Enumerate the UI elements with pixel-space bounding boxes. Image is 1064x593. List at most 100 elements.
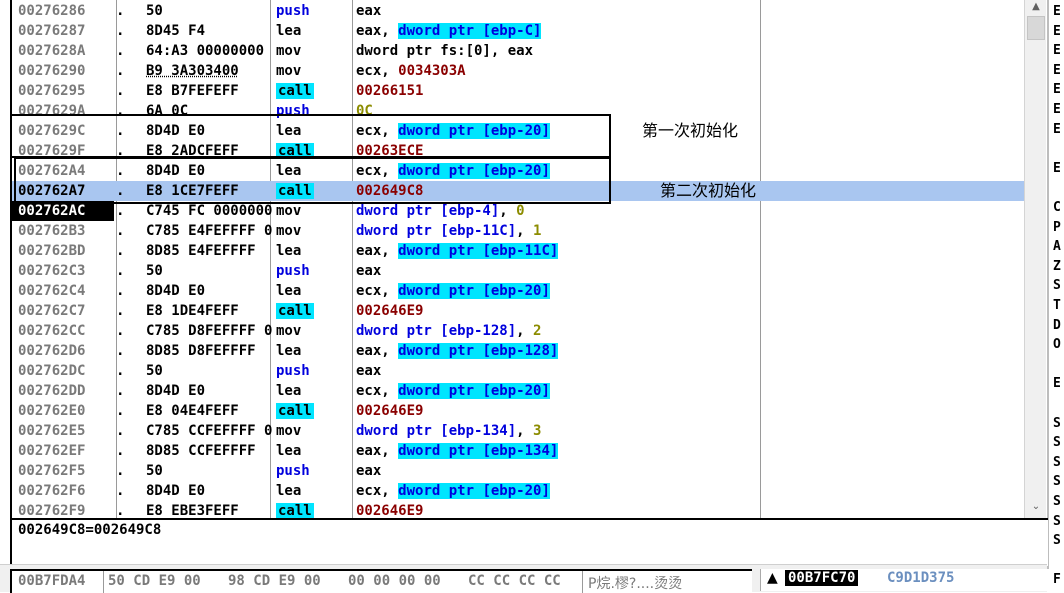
operand-token: dword ptr [ebp-20] [398,283,550,299]
dump-address: 00B7FDA4 [18,573,86,589]
operand-token: ecx, [356,383,399,399]
register-label-fragment: S [1053,454,1061,470]
disasm-row[interactable]: 00276286. 50 push eax [12,1,1024,21]
row-hex: C785 D8FEFFFF 02 [146,323,272,339]
row-address: 002762D6 [18,343,86,359]
disasm-row[interactable]: 002762CC. C785 D8FEFFFF 02 mov dword ptr [e… [12,321,1024,341]
row-operands: eax, dword ptr [ebp-11C] [356,241,1016,261]
vertical-scrollbar[interactable]: ▲ ⌄ [1024,0,1046,518]
dump-ascii: P烷.樛?....烫烫 [588,576,683,592]
mnemonic-text: push [276,3,310,19]
disasm-row[interactable]: 002762B3. C785 E4FEFFFF 01 mov dword ptr [e… [12,221,1024,241]
disasm-row[interactable]: 002762E0. E8 04E4FEFF call 002646E9 [12,401,1024,421]
row-operands: ecx, dword ptr [ebp-20] [356,481,1016,501]
disasm-row[interactable]: 002762C4. 8D4D E0 lea ecx, dword ptr [ebp-2… [12,281,1024,301]
mnemonic-text: lea [276,383,302,399]
register-label-fragment: S [1053,415,1061,431]
operand-token: dword ptr [ebp-128] [356,323,517,339]
row-operands: dword ptr [ebp-128], 2 [356,321,1016,341]
row-mnemonic: mov [276,421,352,441]
dump-bytes: 00 00 00 00 [348,573,441,589]
row-operands: dword ptr [ebp-4], 0 [356,201,1016,221]
stack-up-arrow-icon[interactable]: ▲ [767,570,778,586]
mnemonic-text: call [276,403,314,419]
row-address: 002762F9 [18,503,86,518]
dump-bytes: 98 CD E9 00 [228,573,321,589]
row-operands: ecx, 0034303A [356,61,1016,81]
disasm-row[interactable]: 002762DC. 50 push eax [12,361,1024,381]
operand-token: eax [356,263,382,279]
row-hex: B9 3A303400 [146,63,239,79]
second-init-box [14,157,611,204]
row-operands: 002646E9 [356,301,1016,321]
row-hex: C785 CCFEFFFF 03 [146,423,272,439]
row-hex: 50 [146,463,163,479]
register-label-fragment: E [1053,23,1061,39]
row-address: 002762C3 [18,263,86,279]
row-operands: 002646E9 [356,401,1016,421]
scroll-down-arrow-icon[interactable]: ⌄ [1025,500,1046,514]
scroll-up-arrow-icon[interactable]: ▲ [1025,0,1046,14]
disasm-row[interactable]: 00276295. E8 B7FEFEFF call 00266151 [12,81,1024,101]
row-address: 0027628A [18,43,86,59]
disasm-row[interactable]: 002762AC. C745 FC 00000000 mov dword ptr [e… [12,201,1024,221]
register-label-fragment: S [1053,435,1061,451]
row-operands: 00266151 [356,81,1016,101]
disasm-row[interactable]: 00276290. B9 3A303400 mov ecx, 0034303A [12,61,1024,81]
disasm-row[interactable]: 00276287. 8D45 F4 lea eax, dword ptr [ebp-C… [12,21,1024,41]
row-mnemonic: push [276,361,352,381]
register-label-fragment: C [1053,200,1061,215]
operand-token: ecx, [356,283,399,299]
memory-dump-pane[interactable]: 00B7FDA4 50 CD E9 00 98 CD E9 00 00 00 0… [10,569,752,593]
disasm-row[interactable]: 0027628A. 64:A3 00000000 mov dword ptr fs:[… [12,41,1024,61]
registers-panel-cutoff: EEEEEEEECPAZSTDOESSSSSSSF [1047,0,1064,591]
stack-pane[interactable]: ▲ 00B7FC70 C9D1D375 [760,569,1051,591]
row-address: 002762F5 [18,463,86,479]
row-marker: . [116,323,125,339]
row-address: 002762DC [18,363,86,379]
scroll-thumb[interactable] [1027,16,1045,40]
disasm-row[interactable]: 002762BD. 8D85 E4FEFFFF lea eax, dword ptr … [12,241,1024,261]
row-address: 002762F6 [18,483,86,499]
disasm-row[interactable]: 002762C7. E8 1DE4FEFF call 002646E9 [12,301,1024,321]
operand-token: 0 [516,203,525,219]
row-marker: . [116,443,125,459]
row-hex: 8D4D E0 [146,283,206,299]
row-hex: 8D85 E4FEFFFF [146,243,256,259]
row-address: 002762E5 [18,423,86,439]
disasm-row[interactable]: 002762F9. E8 EBE3FEFF call 002646E9 [12,501,1024,518]
row-mnemonic: lea [276,381,352,401]
operand-token: 00266151 [356,83,424,99]
disasm-row[interactable]: 002762E5. C785 CCFEFFFF 03 mov dword ptr [e… [12,421,1024,441]
mnemonic-text: call [276,83,314,99]
row-marker: . [116,423,125,439]
disasm-row[interactable]: 002762F5. 50 push eax [12,461,1024,481]
row-marker: . [116,403,125,419]
mnemonic-text: lea [276,23,302,39]
operand-token: , [499,203,517,219]
row-mnemonic: lea [276,341,352,361]
row-mnemonic: lea [276,281,352,301]
row-marker: . [116,263,125,279]
disasm-row[interactable]: 002762C3. 50 push eax [12,261,1024,281]
row-marker: . [116,383,125,399]
dump-separator [582,571,583,593]
row-hex: 50 [146,363,163,379]
row-marker: . [116,503,125,518]
operand-token: eax [356,3,382,19]
mnemonic-text: mov [276,203,302,219]
operand-token: 1 [533,223,542,239]
disassembly-pane[interactable]: 00276286. 50 push eax 00276287. 8D45 F4 lea eax… [0,0,1046,518]
disasm-row[interactable]: 002762EF. 8D85 CCFEFFFF lea eax, dword ptr … [12,441,1024,461]
mnemonic-text: mov [276,323,302,339]
disasm-row[interactable]: 002762D6. 8D85 D8FEFFFF lea eax, dword ptr … [12,341,1024,361]
mnemonic-text: mov [276,63,302,79]
disasm-row[interactable]: 002762DD. 8D4D E0 lea ecx, dword ptr [ebp-2… [12,381,1024,401]
register-label-fragment: T [1053,298,1061,313]
register-label-fragment: E [1053,43,1061,59]
mnemonic-text: push [276,363,310,379]
operand-token: dword ptr [ebp-20] [398,483,550,499]
row-marker: . [116,23,125,39]
dump-separator [103,571,104,593]
disasm-row[interactable]: 002762F6. 8D4D E0 lea ecx, dword ptr [ebp-2… [12,481,1024,501]
